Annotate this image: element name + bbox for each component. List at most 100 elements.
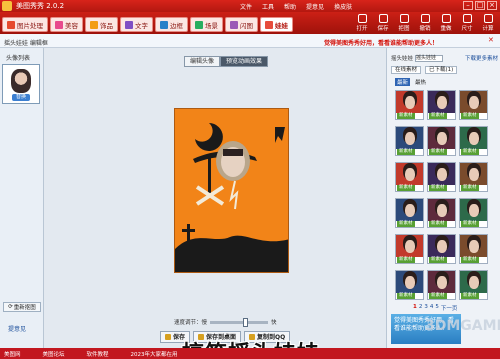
size-button[interactable]: 尺寸	[459, 14, 475, 33]
menu-tools[interactable]: 工具	[262, 2, 274, 11]
speed-slider-knob[interactable]	[242, 317, 248, 327]
close-icon[interactable]: ×	[487, 1, 497, 10]
tab-text[interactable]: 文字	[120, 17, 153, 32]
site-watermark: 3DMGAME	[425, 318, 500, 334]
avatar-thumbnail[interactable]: 替换	[2, 64, 40, 104]
material-item[interactable]: 新素材	[427, 126, 456, 156]
material-thumbnail	[428, 199, 455, 221]
status-link-3[interactable]: 软件教程	[87, 350, 109, 358]
material-item[interactable]: 新素材	[427, 90, 456, 120]
status-link-1[interactable]: 美图网	[4, 350, 21, 358]
page-1[interactable]: 1	[413, 304, 417, 312]
new-material-tag: 新素材	[429, 221, 447, 227]
material-item[interactable]: 新素材	[395, 126, 424, 156]
material-item[interactable]: 新素材	[395, 198, 424, 228]
filter-newest[interactable]: 最新	[395, 78, 411, 86]
feature-tabs: 图片处理 美容 饰品 文字 边框 场景 闪图 娃娃	[2, 17, 293, 32]
page-4[interactable]: 4	[430, 304, 434, 312]
material-item[interactable]: 新素材	[395, 162, 424, 192]
refresh-icon: ⟳	[8, 304, 13, 310]
material-item[interactable]: 新素材	[459, 234, 488, 264]
material-item[interactable]: 新素材	[427, 162, 456, 192]
calc-button[interactable]: 计算	[480, 14, 496, 33]
material-item[interactable]: 新素材	[459, 198, 488, 228]
new-material-tag: 新素材	[429, 185, 447, 191]
app-logo-icon	[2, 1, 12, 11]
breadcrumb: 摇头娃娃 编辑框	[4, 40, 48, 47]
reselect-button[interactable]: ⟳ 重新抠图	[3, 302, 41, 312]
promo-link[interactable]: 觉得美图秀秀好用，看看谁能帮助更多人！	[324, 38, 438, 47]
page-2[interactable]: 2	[419, 304, 423, 312]
material-thumbnail	[396, 163, 423, 185]
menu-help[interactable]: 帮助	[284, 2, 296, 11]
material-item[interactable]: 新素材	[459, 270, 488, 300]
material-thumbnail	[428, 271, 455, 293]
material-item[interactable]: 新素材	[459, 126, 488, 156]
status-link-2[interactable]: 美图论坛	[43, 350, 65, 358]
halloween-scene	[175, 109, 288, 272]
bobblehead-canvas[interactable]	[174, 108, 289, 273]
main-toolbar: 图片处理 美容 饰品 文字 边框 场景 闪图 娃娃 打开 保存 拒图 撤销 重做…	[0, 12, 500, 34]
material-item[interactable]: 新素材	[459, 162, 488, 192]
replace-badge[interactable]: 替换	[12, 94, 30, 101]
material-item[interactable]: 新素材	[395, 90, 424, 120]
tab-online-material[interactable]: 在线素材	[391, 66, 422, 74]
scene-icon	[195, 20, 203, 29]
redo-button[interactable]: 重做	[438, 14, 454, 33]
filter-hottest[interactable]: 最热	[415, 78, 426, 86]
page-3[interactable]: 3	[424, 304, 428, 312]
material-item[interactable]: 新素材	[427, 198, 456, 228]
save-icon	[378, 14, 388, 23]
material-thumbnail	[460, 271, 487, 293]
sort-filter: 最新 最热	[395, 78, 426, 86]
tab-doll[interactable]: 娃娃	[260, 17, 293, 32]
open-button[interactable]: 打开	[354, 14, 370, 33]
editor-area: 编辑头像 预览动画效果 速度调节：慢 快 保存 保存到桌面 复制到QQ 搞笑摇头…	[44, 48, 386, 359]
material-thumbnail	[460, 163, 487, 185]
tab-frames[interactable]: 边框	[155, 17, 188, 32]
save-button[interactable]: 保存	[375, 14, 391, 33]
tab-scenes[interactable]: 场景	[190, 17, 223, 32]
material-panel: 摇头娃娃 摇头娃娃 下载更多素材 在线素材 已下载(1) 最新 最热 新素材 新素…	[386, 48, 500, 348]
mode-preview-animation[interactable]: 预览动画效果	[220, 56, 269, 67]
material-thumbnail	[428, 163, 455, 185]
tab-beauty[interactable]: 美容	[50, 17, 83, 32]
feedback-link[interactable]: 提意见	[8, 324, 26, 333]
next-page-link[interactable]: 下一页	[441, 304, 458, 312]
capture-button[interactable]: 拒图	[396, 14, 412, 33]
material-thumbnail	[396, 271, 423, 293]
menu-file[interactable]: 文件	[240, 2, 252, 11]
download-more-link[interactable]: 下载更多素材	[465, 54, 498, 62]
material-item[interactable]: 新素材	[395, 270, 424, 300]
material-thumbnail	[428, 127, 455, 149]
material-item[interactable]: 新素材	[427, 234, 456, 264]
tab-decorations[interactable]: 饰品	[85, 17, 118, 32]
page-5[interactable]: 5	[435, 304, 439, 312]
material-thumbnail	[396, 127, 423, 149]
maximize-icon[interactable]: □	[475, 1, 485, 10]
material-item[interactable]: 新素材	[459, 90, 488, 120]
minimize-icon[interactable]: –	[463, 1, 473, 10]
material-item[interactable]: 新素材	[427, 270, 456, 300]
pager: 1 2 3 4 5 下一页	[413, 304, 457, 312]
menu-feedback[interactable]: 提意见	[306, 2, 324, 11]
close-editor-icon[interactable]: ✕	[488, 37, 496, 45]
tool-buttons: 打开 保存 拒图 撤销 重做 尺寸 计算	[354, 14, 496, 33]
tab-flash[interactable]: 闪图	[225, 17, 258, 32]
mode-edit-avatar[interactable]: 编辑头像	[184, 56, 221, 67]
material-item[interactable]: 新素材	[395, 234, 424, 264]
speed-slider[interactable]	[210, 317, 269, 327]
tab-downloaded[interactable]: 已下载(1)	[425, 66, 458, 74]
new-material-tag: 新素材	[397, 149, 415, 155]
speed-end-label: 快	[271, 320, 277, 326]
menu-skin[interactable]: 换皮肤	[334, 2, 352, 11]
tab-image-edit[interactable]: 图片处理	[2, 17, 48, 32]
material-grid: 新素材 新素材 新素材 新素材 新素材 新素材 新素材 新素材 新素材 新素材 新素材 新素材 新素材新…	[395, 90, 488, 300]
beauty-icon	[55, 20, 63, 29]
status-link-4[interactable]: 2023年大家都在用	[131, 350, 178, 358]
category-dropdown[interactable]: 摇头娃娃	[415, 54, 444, 62]
undo-button[interactable]: 撤销	[417, 14, 433, 33]
new-material-tag: 新素材	[461, 293, 479, 299]
new-material-tag: 新素材	[429, 257, 447, 263]
avatar-list-panel: 头像列表 替换 ⟳ 重新抠图 提意见	[0, 48, 44, 348]
